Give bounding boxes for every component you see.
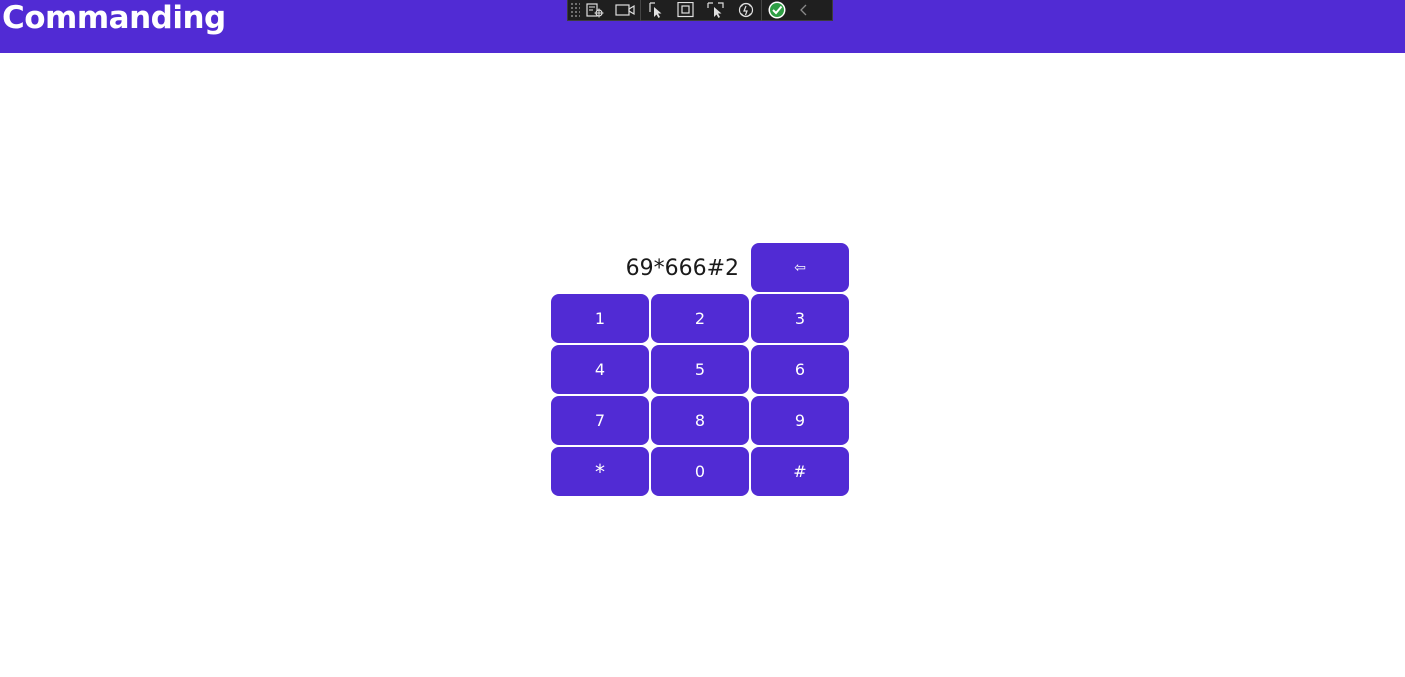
select-element-icon[interactable]	[641, 0, 671, 21]
track-focused-element-icon[interactable]	[701, 0, 731, 21]
key-5-button[interactable]: 5	[651, 345, 749, 394]
display-layout-adorners-icon[interactable]	[671, 0, 701, 21]
video-camera-icon[interactable]	[610, 0, 640, 21]
key-0-button[interactable]: 0	[651, 447, 749, 496]
collapse-chevron-icon[interactable]	[792, 0, 816, 21]
dialed-number-display: 69*666#2	[625, 256, 739, 281]
key-7-button[interactable]: 7	[551, 396, 649, 445]
page-title: Commanding	[2, 0, 226, 36]
key-star-button[interactable]: *	[551, 447, 649, 496]
app-window: Commanding 69*666#2 ⇦ 1 2 3 4 5 6 7 8 9 …	[0, 0, 1405, 677]
key-3-button[interactable]: 3	[751, 294, 849, 343]
live-visual-tree-icon[interactable]	[580, 0, 610, 21]
key-8-button[interactable]: 8	[651, 396, 749, 445]
xaml-debug-toolbar	[567, 0, 833, 21]
toolbar-grip-handle[interactable]	[570, 1, 580, 19]
key-2-button[interactable]: 2	[651, 294, 749, 343]
backspace-button[interactable]: ⇦	[751, 243, 849, 292]
binding-failures-check-icon[interactable]	[762, 0, 792, 21]
key-hash-button[interactable]: #	[751, 447, 849, 496]
key-6-button[interactable]: 6	[751, 345, 849, 394]
key-9-button[interactable]: 9	[751, 396, 849, 445]
key-4-button[interactable]: 4	[551, 345, 649, 394]
hot-reload-icon[interactable]	[731, 0, 761, 21]
key-1-button[interactable]: 1	[551, 294, 649, 343]
